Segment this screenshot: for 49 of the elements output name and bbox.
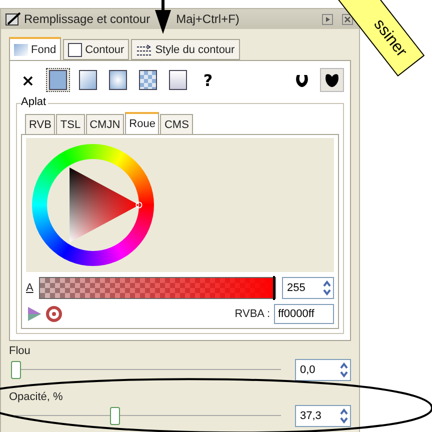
paint-type-button[interactable]	[106, 68, 130, 92]
spin-arrows-icon[interactable]	[322, 279, 332, 297]
spin-arrows-icon[interactable]	[339, 361, 349, 379]
paint-swatch-icon	[139, 70, 157, 90]
out-of-gamut-icon	[46, 306, 62, 322]
paint-type-button[interactable]: ×	[16, 68, 40, 92]
tab[interactable]: Fond	[9, 37, 62, 60]
spin-arrows-icon[interactable]	[339, 407, 349, 425]
slider-thumb[interactable]	[11, 361, 21, 379]
paint-type-button[interactable]	[46, 68, 70, 92]
paint-type-button[interactable]: ?	[196, 68, 220, 92]
paint-type-button[interactable]	[166, 68, 190, 92]
paint-swatch-icon	[169, 70, 187, 90]
tab[interactable]: Contour	[63, 39, 130, 60]
alpha-slider[interactable]	[39, 277, 276, 299]
tab[interactable]: CMS	[160, 114, 193, 134]
fill-icon	[14, 44, 28, 56]
stroke-style-icon	[136, 44, 152, 56]
slider-label: Flou	[9, 345, 32, 357]
slider-thumb[interactable]	[110, 407, 120, 425]
tab[interactable]: TSL	[56, 114, 85, 134]
paint-type-button[interactable]	[76, 68, 100, 92]
tab[interactable]: Style du contour	[131, 39, 240, 60]
paint-swatch-icon	[49, 70, 67, 90]
tab[interactable]: CMJN	[86, 114, 124, 134]
group-title: Aplat	[21, 96, 48, 108]
shortcut-text: Maj+Ctrl+F)	[176, 12, 240, 26]
expand-icon[interactable]	[322, 14, 333, 24]
rgba-label: RVBA :	[234, 308, 270, 320]
stroke-icon	[68, 42, 82, 56]
slider-label: Opacité, %	[9, 391, 64, 403]
alpha-label: A	[26, 282, 34, 294]
window-title: Remplissage et contour	[24, 12, 150, 26]
rgba-input[interactable]: ff0000ff	[274, 304, 334, 324]
paint-swatch-icon	[109, 70, 127, 90]
value-spinbox[interactable]: 0,0	[295, 359, 351, 381]
color-managed-icon	[26, 306, 42, 322]
value-spinbox[interactable]: 37,3	[295, 405, 351, 427]
paint-swatch-icon	[79, 70, 97, 90]
close-icon[interactable]	[342, 14, 353, 24]
paint-type-button[interactable]	[136, 68, 160, 92]
even-odd-icon	[294, 72, 310, 88]
alpha-spinbox[interactable]: 255	[282, 277, 334, 299]
fill-stroke-icon	[5, 12, 21, 26]
tab[interactable]: RVB	[25, 114, 56, 134]
tab[interactable]: Roue	[125, 112, 160, 134]
arrow-annotation	[153, 0, 174, 34]
nonzero-icon	[324, 72, 340, 88]
fill-rule-button[interactable]	[320, 68, 344, 92]
